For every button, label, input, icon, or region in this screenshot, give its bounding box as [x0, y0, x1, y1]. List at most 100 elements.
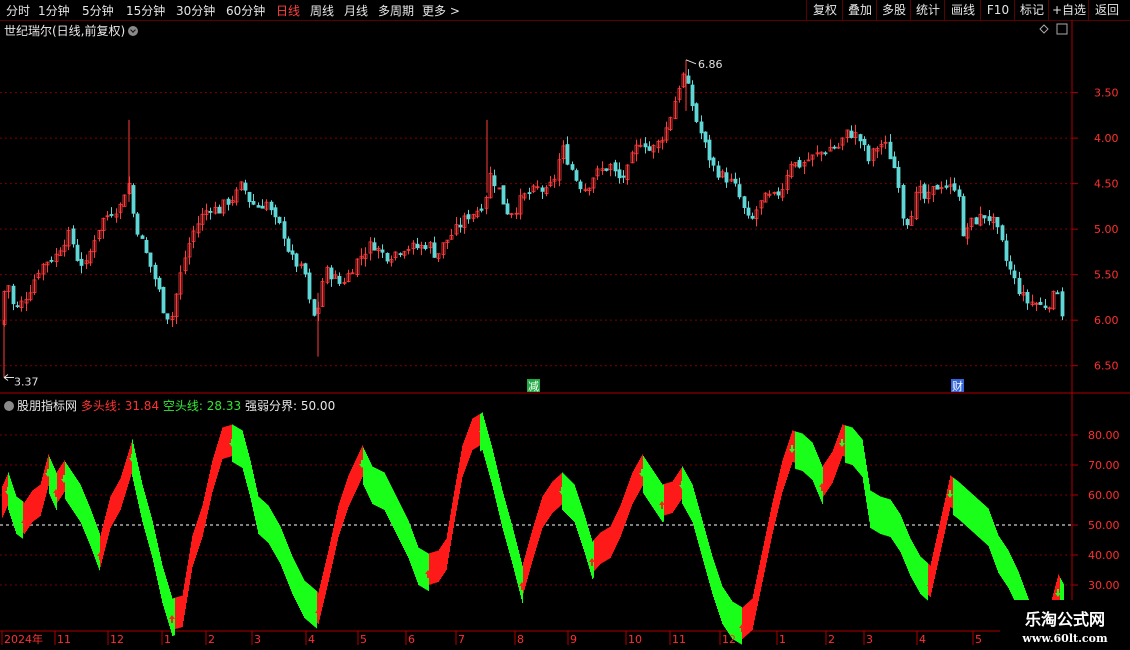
candle-body	[466, 214, 471, 220]
candle-body	[1004, 240, 1009, 261]
time-axis-label: 11	[672, 633, 686, 646]
price-tick-label: 6.50	[1094, 360, 1119, 373]
indicator-tick-label: 30.00	[1088, 579, 1120, 592]
price-tick-label: 5.00	[1094, 223, 1119, 236]
candle-body	[527, 192, 532, 194]
diamond-icon[interactable]	[1039, 24, 1049, 34]
time-axis-label: 6	[408, 633, 415, 646]
candle-body	[922, 184, 927, 199]
candle-body	[1055, 292, 1060, 295]
candle-body	[226, 198, 231, 205]
candle-body	[995, 217, 1000, 228]
candle-body	[247, 191, 252, 203]
candle-body	[243, 182, 248, 191]
candle-body	[290, 250, 295, 255]
candle-body	[398, 253, 403, 256]
candle-body	[570, 164, 575, 170]
time-axis-label: 1	[164, 633, 171, 646]
low-marker-arrow	[3, 374, 14, 381]
candle-body	[750, 215, 755, 219]
candle-body	[144, 239, 149, 253]
time-axis-label: 11	[57, 633, 71, 646]
candle-body	[294, 253, 299, 267]
candle-body	[574, 170, 579, 181]
candle-body	[49, 259, 54, 262]
time-axis-label: 2024年	[4, 632, 43, 646]
candle-body	[703, 131, 708, 143]
indicator-name: 股朋指标网	[17, 399, 78, 413]
candle-body	[165, 313, 170, 320]
time-axis-label: 2	[828, 633, 835, 646]
candle-body	[862, 138, 867, 146]
candle-body	[140, 235, 145, 239]
candle-body	[157, 277, 162, 290]
candle-body	[952, 183, 957, 191]
time-axis-label: 12	[110, 633, 124, 646]
watermark-title: 乐淘公式网	[1024, 610, 1105, 629]
candle-body	[707, 139, 712, 161]
indicator-tick-label: 60.00	[1088, 489, 1120, 502]
candle-body	[617, 169, 622, 179]
short-line-label: 空头线:	[162, 399, 203, 413]
candle-body	[282, 221, 287, 239]
candle-body	[643, 143, 648, 148]
time-axis-label: 4	[919, 633, 926, 646]
candle-body	[699, 121, 704, 134]
watermark-url: www.60lt.com	[1022, 632, 1108, 645]
time-axis-label: 3	[254, 633, 261, 646]
price-tick-label: 4.00	[1094, 132, 1119, 145]
candle-body	[380, 249, 385, 253]
candle-body	[540, 187, 545, 192]
candle-body	[269, 201, 274, 211]
price-tick-label: 5.50	[1094, 269, 1119, 282]
candle-body	[256, 205, 261, 208]
candle-body	[737, 184, 742, 198]
candle-body	[286, 238, 291, 252]
candle-body	[565, 144, 570, 165]
long-line-value: 31.84	[124, 399, 160, 413]
boundary-value: 50.00	[300, 399, 336, 413]
kline-chart-canvas[interactable]: 6.50 6.00 5.50 5.00 4.50 4.00 3.50 80.00 70.00 60…	[0, 0, 1130, 650]
candle-body	[71, 228, 76, 245]
candle-body	[15, 305, 20, 308]
candle-body	[901, 185, 906, 219]
candle-body	[694, 103, 699, 122]
candle-body	[957, 189, 962, 197]
price-tick-label: 6.00	[1094, 314, 1119, 327]
candle-body	[746, 207, 751, 216]
candle-body	[733, 178, 738, 184]
price-tick-label: 4.50	[1094, 178, 1119, 191]
candle-body	[251, 201, 256, 205]
event-marker-label: 财	[952, 379, 963, 393]
candle-body	[217, 206, 222, 214]
candle-body	[742, 196, 747, 208]
candle-body	[1038, 301, 1043, 305]
candle-body	[987, 216, 992, 222]
candle-body	[944, 185, 949, 188]
candle-body	[153, 264, 158, 280]
candle-body	[961, 196, 966, 237]
candle-body	[690, 84, 695, 107]
candle-body	[858, 134, 863, 142]
candle-body	[866, 145, 871, 162]
candle-body	[423, 245, 428, 249]
chevron-down-icon[interactable]	[128, 26, 139, 36]
candle-body	[1012, 270, 1017, 279]
candle-body	[613, 162, 618, 172]
time-axis-label: 3	[866, 633, 873, 646]
candle-body	[578, 181, 583, 190]
low-price-label: 3.37	[14, 376, 39, 389]
candle-body	[982, 215, 987, 219]
candle-body	[131, 185, 136, 214]
candle-body	[716, 165, 721, 178]
time-axis-label: 10	[628, 633, 642, 646]
candle-body	[1000, 225, 1005, 241]
candle-body	[501, 185, 506, 205]
candle-body	[823, 152, 828, 155]
panel-toggle-icon[interactable]	[1056, 23, 1068, 35]
indicator-menu-icon[interactable]	[4, 401, 14, 411]
candle-body	[135, 213, 140, 235]
candle-body	[337, 275, 342, 284]
candle-body	[604, 168, 609, 171]
candle-body	[303, 263, 308, 275]
